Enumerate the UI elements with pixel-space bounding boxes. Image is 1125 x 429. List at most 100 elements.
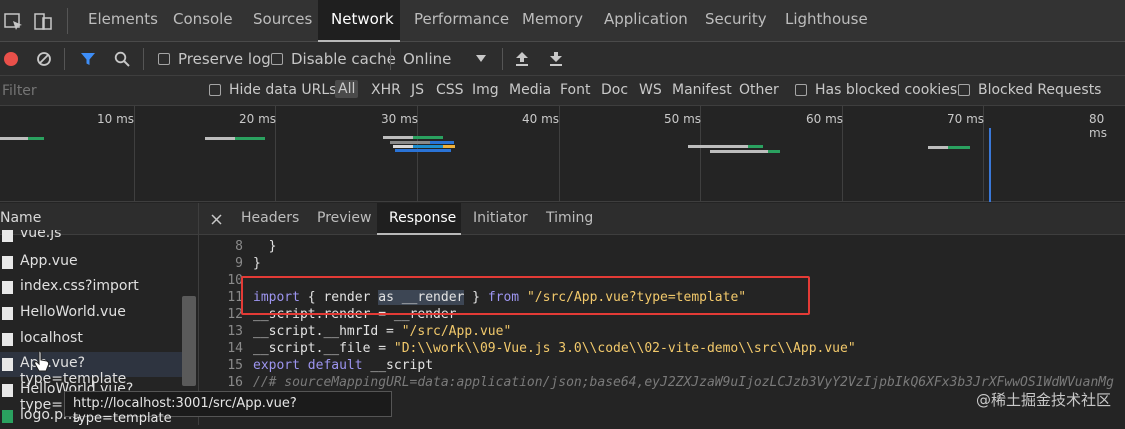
list-item[interactable]: index.css?import — [0, 275, 182, 300]
code-text: __script.__hmrId = — [253, 324, 402, 339]
preserve-log-checkbox[interactable] — [158, 53, 170, 65]
dom-content-loaded-marker — [989, 128, 991, 202]
filter-input[interactable] — [0, 80, 199, 102]
highlight-annotation-box — [241, 276, 810, 315]
tab-memory[interactable]: Memory — [522, 10, 583, 28]
has-blocked-cookies-label: Has blocked cookies — [815, 82, 958, 98]
tab-response[interactable]: Response — [389, 210, 456, 226]
request-name: App.vue — [20, 253, 78, 269]
preserve-log-label: Preserve log — [178, 50, 271, 68]
code-line: export default __script — [253, 358, 433, 373]
request-name: localhost — [20, 330, 83, 346]
waterfall-bar — [748, 145, 763, 148]
url-tooltip: http://localhost:3001/src/App.vue?type=t… — [64, 391, 392, 426]
disable-cache-checkbox[interactable] — [271, 53, 283, 65]
tab-security[interactable]: Security — [705, 10, 767, 28]
tab-lighthouse[interactable]: Lighthouse — [785, 10, 868, 28]
waterfall-bar — [383, 136, 413, 139]
request-name: index.css?import — [20, 278, 139, 294]
upload-icon[interactable] — [515, 51, 529, 67]
tab-sources[interactable]: Sources — [253, 10, 312, 28]
type-filter-other[interactable]: Other — [739, 82, 779, 98]
throttling-select[interactable]: Online — [403, 50, 451, 68]
dropdown-icon[interactable] — [476, 55, 486, 63]
tab-console[interactable]: Console — [173, 10, 233, 28]
type-filter-manifest[interactable]: Manifest — [672, 82, 732, 98]
list-item[interactable]: HelloWorld.vue — [0, 301, 182, 326]
tick-label: 70 ms — [947, 112, 985, 126]
tab-application[interactable]: Application — [604, 10, 688, 28]
tab-initiator[interactable]: Initiator — [473, 210, 528, 226]
tick-line — [134, 106, 135, 202]
type-filter-img[interactable]: Img — [472, 82, 499, 98]
filter-bar: Hide data URLs All XHR JS CSS Img Media … — [0, 76, 1125, 106]
tab-network[interactable]: Network — [331, 10, 394, 28]
request-name: HelloWorld.vue — [20, 304, 126, 320]
waterfall-bar — [443, 145, 455, 148]
hide-data-urls-label: Hide data URLs — [229, 82, 337, 98]
waterfall-bar — [235, 137, 265, 140]
type-filter-all[interactable]: All — [335, 80, 359, 98]
network-toolbar: Preserve log Disable cache Online — [0, 42, 1125, 76]
search-icon[interactable] — [114, 51, 130, 67]
type-filter-xhr[interactable]: XHR — [371, 82, 401, 98]
line-number: 12 — [227, 307, 243, 322]
type-filter-ws[interactable]: WS — [639, 82, 662, 98]
tab-preview[interactable]: Preview — [317, 210, 372, 226]
tick-label: 80 ms — [1089, 112, 1107, 140]
download-icon[interactable] — [549, 51, 563, 67]
code-keyword: export default — [253, 358, 363, 373]
divider — [64, 48, 65, 70]
list-item[interactable]: vue.js — [0, 230, 182, 245]
image-file-icon — [2, 410, 13, 423]
close-icon[interactable] — [211, 214, 222, 225]
list-item-selected[interactable]: App.vue?type=template — [0, 352, 182, 387]
type-filter-media[interactable]: Media — [509, 82, 551, 98]
network-overview[interactable]: 10 ms 20 ms 30 ms 40 ms 50 ms 60 ms 70 m… — [0, 106, 1125, 202]
code-line: } — [253, 256, 261, 271]
type-filter-css[interactable]: CSS — [436, 82, 464, 98]
list-item[interactable]: App.vue — [0, 250, 182, 275]
line-number: 15 — [227, 358, 243, 373]
hide-data-urls-checkbox[interactable] — [209, 84, 221, 96]
line-number: 16 — [227, 375, 243, 390]
disable-cache-label: Disable cache — [291, 50, 396, 68]
waterfall-bar — [205, 137, 235, 140]
tab-timing[interactable]: Timing — [546, 210, 593, 226]
waterfall-bar — [430, 141, 454, 144]
type-filter-font[interactable]: Font — [560, 82, 590, 98]
blocked-requests-checkbox[interactable] — [958, 84, 970, 96]
list-item[interactable]: localhost — [0, 327, 182, 352]
has-blocked-cookies-checkbox[interactable] — [795, 84, 807, 96]
tab-performance[interactable]: Performance — [414, 10, 509, 28]
file-icon — [2, 333, 13, 346]
code-line: __script.__file = "D:\\work\\09-Vue.js 3… — [253, 341, 856, 356]
waterfall-bar — [390, 141, 430, 144]
line-number: 14 — [227, 341, 243, 356]
tab-headers[interactable]: Headers — [241, 210, 299, 226]
request-name: vue.js — [20, 230, 62, 241]
tick-label: 10 ms — [97, 112, 135, 126]
tick-label: 20 ms — [239, 112, 277, 126]
cursor-icon — [34, 350, 50, 372]
tick-label: 30 ms — [381, 112, 419, 126]
inspect-icon[interactable] — [4, 13, 24, 31]
device-toggle-icon[interactable] — [33, 12, 53, 32]
divider — [390, 48, 391, 70]
line-number: 10 — [227, 273, 243, 288]
devtools-tabbar: Elements Console Sources Network Perform… — [0, 0, 1125, 42]
code-line: __script.__hmrId = "/src/App.vue" — [253, 324, 511, 339]
clear-icon[interactable] — [36, 51, 52, 67]
type-filter-doc[interactable]: Doc — [601, 82, 628, 98]
waterfall-bar — [395, 149, 451, 152]
tick-label: 50 ms — [664, 112, 702, 126]
filter-icon[interactable] — [80, 51, 96, 67]
scrollbar-thumb[interactable] — [182, 296, 196, 386]
type-filter-js[interactable]: JS — [411, 82, 424, 98]
tab-elements[interactable]: Elements — [88, 10, 158, 28]
code-string: "/src/App.vue" — [401, 324, 512, 339]
file-icon — [2, 281, 13, 294]
name-header-label: Name — [0, 210, 42, 226]
divider — [143, 48, 144, 70]
record-icon[interactable] — [4, 52, 18, 66]
